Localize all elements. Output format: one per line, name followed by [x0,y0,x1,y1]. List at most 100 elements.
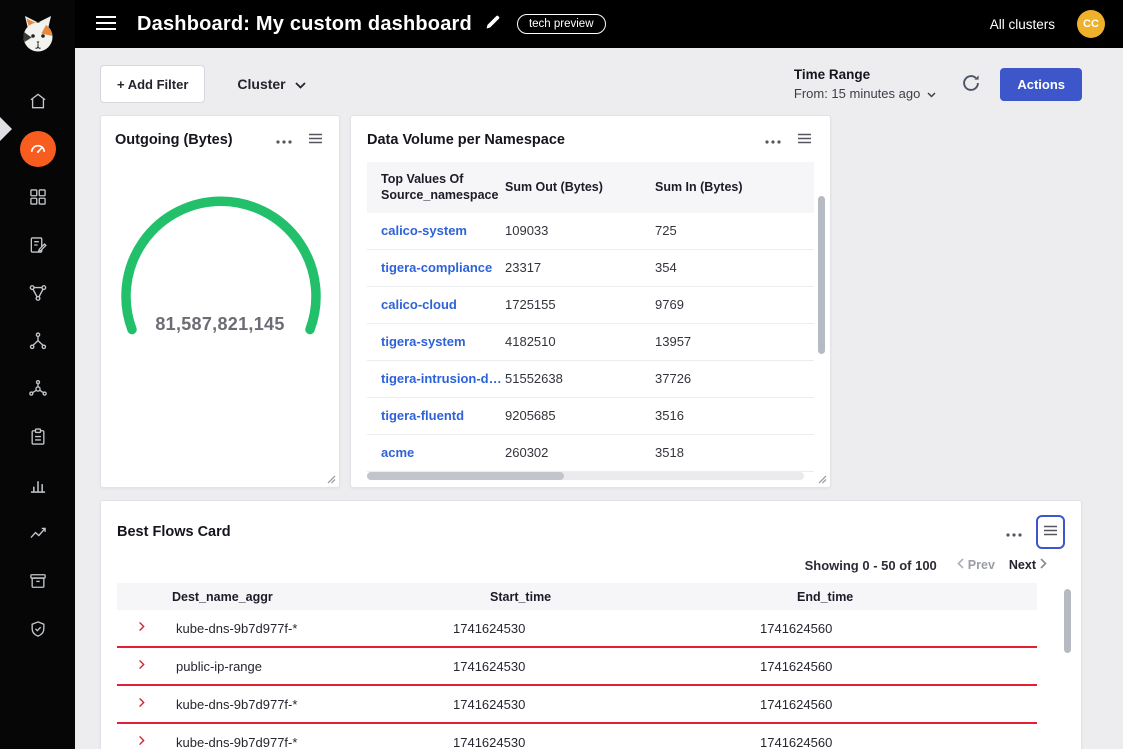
expand-row-button[interactable] [135,620,172,636]
chevron-down-icon [295,76,306,92]
namespace-link[interactable]: tigera-system [367,334,505,349]
hamburger-icon [95,15,117,34]
sidebar-item-clusters[interactable] [0,365,75,413]
horizontal-scrollbar-thumb[interactable] [367,472,564,480]
horizontal-scrollbar[interactable] [367,472,804,480]
start-time: 1741624530 [453,697,760,712]
time-range-label: Time Range [794,67,936,82]
card-drag-handle-focused[interactable] [1036,515,1065,549]
tech-preview-badge: tech preview [517,14,606,34]
ellipsis-icon [276,132,292,147]
sidebar [0,0,75,749]
card-actions [1004,515,1065,549]
gauge-chart [101,182,341,362]
card-title: Data Volume per Namespace [367,132,565,148]
sidebar-nav [0,77,75,653]
flows-table: Dest_name_aggr Start_time End_time kube-… [117,583,1037,749]
column-header: End_time [797,590,1037,604]
sidebar-item-compliance[interactable] [0,413,75,461]
column-header: Top Values Of Source_namespace [367,171,499,204]
expand-row-button[interactable] [135,696,172,712]
resize-handle[interactable] [327,475,336,484]
edit-dashboard-button[interactable] [482,12,503,36]
card-menu-button[interactable] [274,130,294,149]
card-drag-handle[interactable] [795,130,814,149]
compliance-clipboard-icon [28,427,48,447]
card-menu-button[interactable] [1004,523,1024,542]
dest-name: kube-dns-9b7d977f-* [172,621,453,636]
sum-out-value: 109033 [505,223,655,238]
menu-button[interactable] [91,11,121,38]
sidebar-item-reports[interactable] [0,461,75,509]
card-drag-handle[interactable] [306,130,325,149]
time-range: Time Range From: 15 minutes ago [794,67,936,101]
card-title: Outgoing (Bytes) [115,132,233,148]
namespace-link[interactable]: tigera-compliance [367,260,505,275]
dest-name: kube-dns-9b7d977f-* [172,697,453,712]
refresh-button[interactable] [957,69,985,100]
dest-name: kube-dns-9b7d977f-* [172,735,453,749]
column-header: Dest_name_aggr [172,590,490,604]
service-graph-icon [28,331,48,351]
column-header: Start_time [490,590,797,604]
end-time: 1741624560 [760,697,1037,712]
next-page-button[interactable]: Next [1005,556,1051,574]
namespace-table: Top Values Of Source_namespace Sum Out (… [367,162,814,472]
cluster-scope-selector[interactable]: All clusters [990,17,1055,32]
expand-row-button[interactable] [135,658,172,674]
sidebar-item-security[interactable] [0,605,75,653]
resize-handle[interactable] [818,475,827,484]
sum-out-value: 23317 [505,260,655,275]
start-time: 1741624530 [453,621,760,636]
sidebar-item-activity[interactable] [0,509,75,557]
namespace-link[interactable]: calico-system [367,223,505,238]
namespace-table-row: tigera-system 4182510 13957 [367,324,814,361]
expand-row-button[interactable] [135,734,172,749]
namespace-table-row: acme 260302 3518 [367,435,814,472]
namespace-link[interactable]: acme [367,445,505,460]
namespace-link[interactable]: tigera-intrusion-d… [367,371,505,386]
pagination: Showing 0 - 50 of 100 Prev Next [117,556,1051,574]
namespace-link[interactable]: calico-cloud [367,297,505,312]
vertical-scrollbar-thumb[interactable] [1064,589,1071,653]
actions-button[interactable]: Actions [1000,68,1082,101]
cluster-dropdown[interactable]: Cluster [231,75,311,93]
activity-trend-icon [28,523,48,543]
card-actions [274,130,325,149]
security-shield-icon [28,619,48,639]
user-avatar[interactable]: CC [1077,10,1105,38]
sidebar-item-service-graph[interactable] [0,317,75,365]
main-area: Dashboard: My custom dashboard tech prev… [75,0,1123,749]
time-range-selector[interactable]: From: 15 minutes ago [794,86,936,101]
card-header: Best Flows Card [117,515,1065,549]
toolbar-right: Time Range From: 15 minutes ago [794,67,1082,101]
prev-page-button[interactable]: Prev [953,556,999,574]
active-section-notch [0,117,12,141]
sum-in-value: 3516 [655,408,814,423]
clusters-icon [28,379,48,399]
flows-table-row: kube-dns-9b7d977f-* 1741624530 174162456… [117,610,1037,648]
card-title: Best Flows Card [117,524,231,540]
namespace-table-row: calico-system 109033 725 [367,213,814,250]
add-filter-button[interactable]: + Add Filter [100,65,205,103]
sidebar-item-storage[interactable] [0,557,75,605]
card-actions [763,130,814,149]
sum-out-value: 4182510 [505,334,655,349]
flows-table-row: public-ip-range 1741624530 1741624560 [117,648,1037,686]
sum-in-value: 9769 [655,297,814,312]
sidebar-item-policies[interactable] [0,221,75,269]
sum-in-value: 3518 [655,445,814,460]
card-header: Outgoing (Bytes) [115,130,325,149]
flows-table-row: kube-dns-9b7d977f-* 1741624530 174162456… [117,686,1037,724]
topbar: Dashboard: My custom dashboard tech prev… [75,0,1123,48]
calico-logo[interactable] [16,12,60,61]
sidebar-item-network-graph[interactable] [0,269,75,317]
vertical-scrollbar-thumb[interactable] [818,196,825,354]
network-graph-icon [28,283,48,303]
namespace-link[interactable]: tigera-fluentd [367,408,505,423]
sidebar-item-endpoints[interactable] [0,173,75,221]
card-menu-button[interactable] [763,130,783,149]
dest-name: public-ip-range [172,659,453,674]
ellipsis-icon [1006,525,1022,540]
ellipsis-icon [765,132,781,147]
